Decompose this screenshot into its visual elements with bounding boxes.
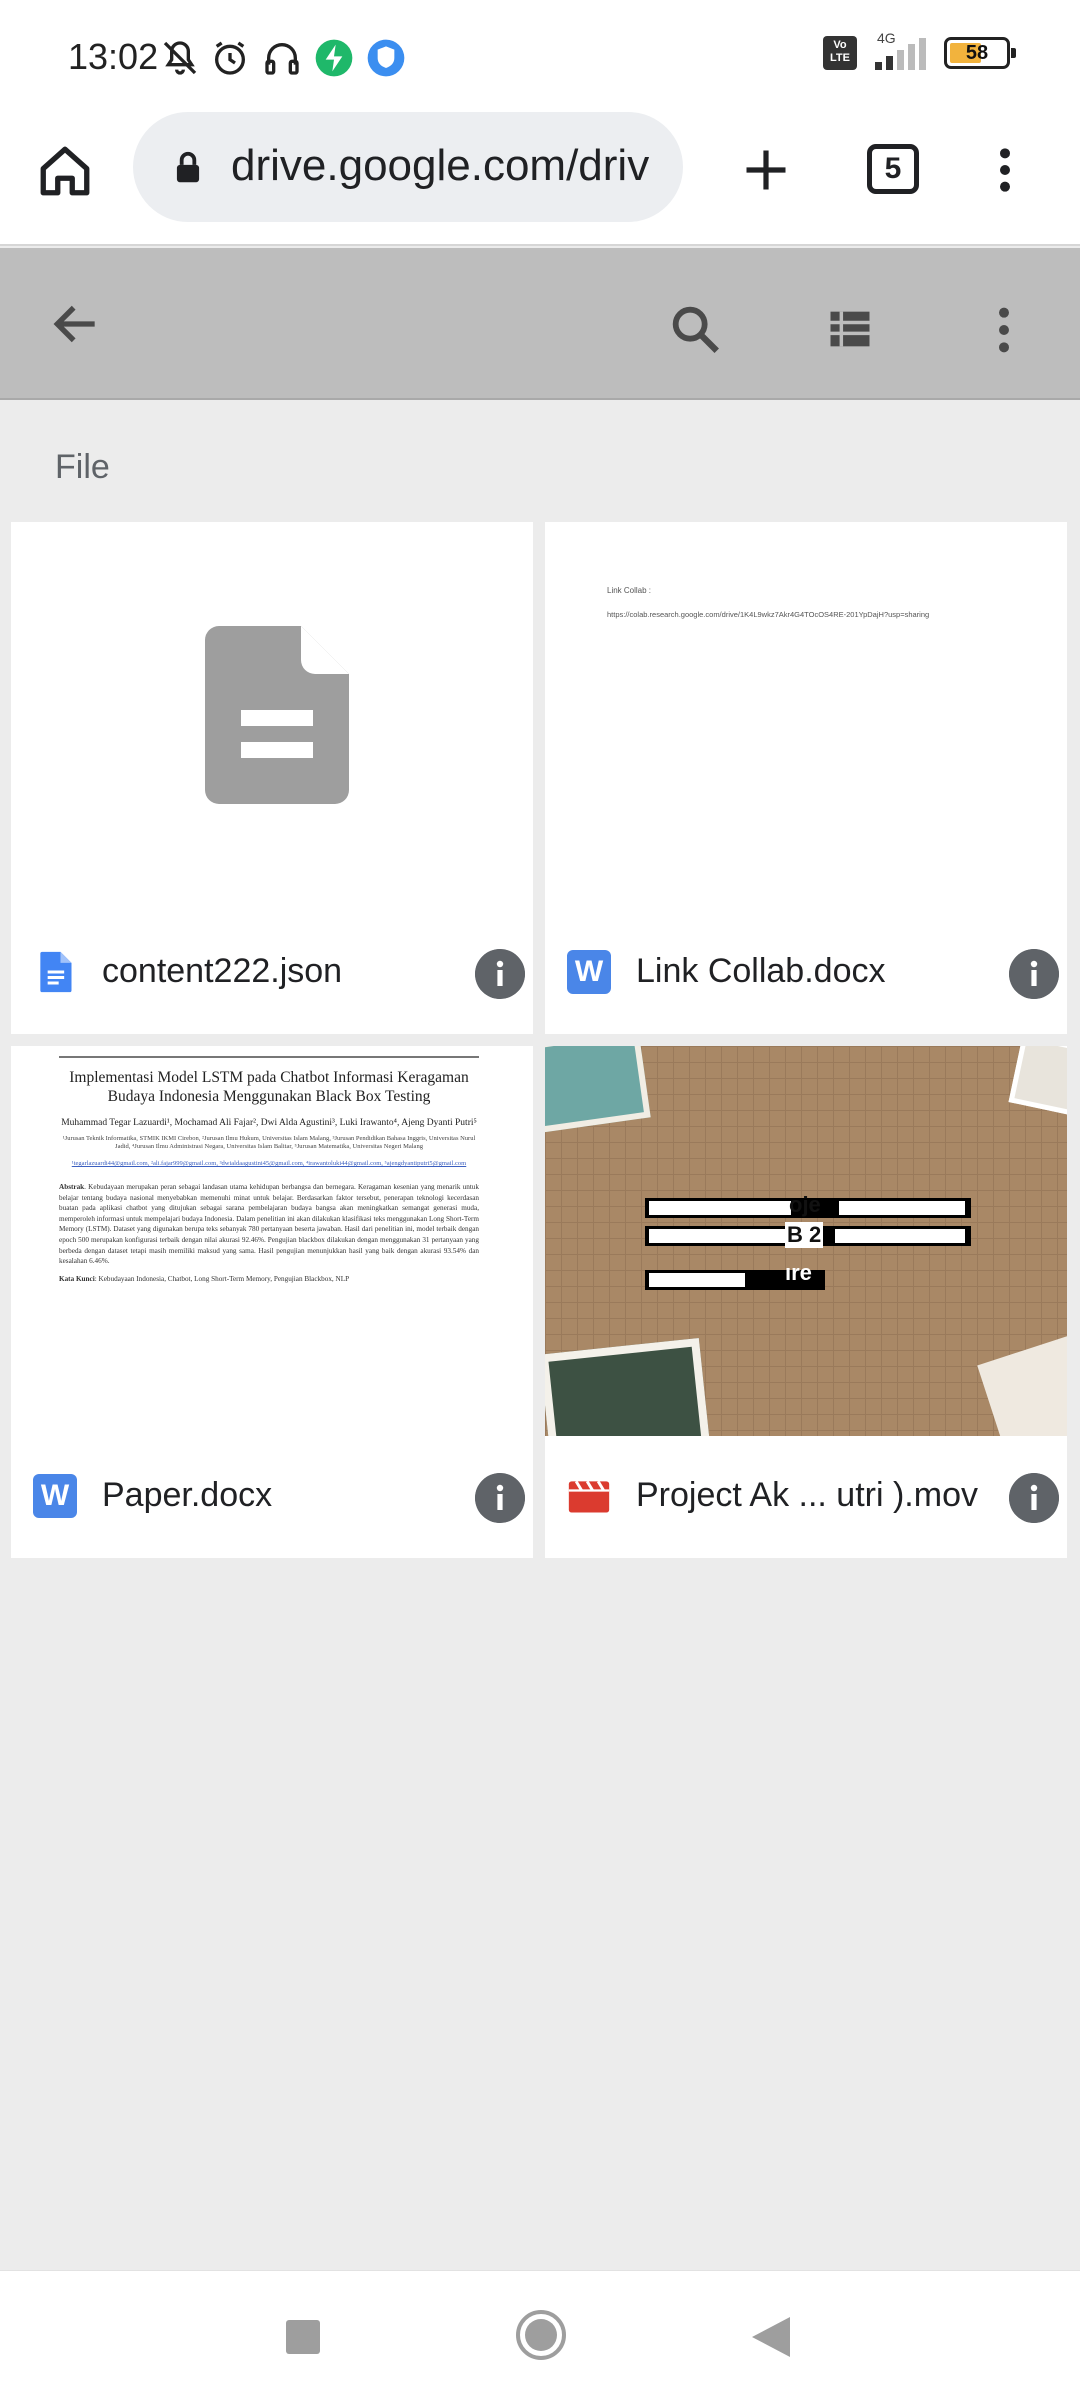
signal-icon: 4G [875, 30, 926, 70]
file-thumbnail: Link Collab : https://colab.research.goo… [545, 522, 1067, 912]
file-card[interactable]: oje B 2 ıre Project Ak ... utri ).mov [545, 1046, 1067, 1558]
system-nav-bar [0, 2270, 1080, 2400]
file-thumbnail [11, 522, 533, 912]
status-time: 13:02 [68, 36, 159, 77]
network-type: 4G [877, 30, 896, 46]
file-thumbnail: Implementasi Model LSTM pada Chatbot Inf… [11, 1046, 533, 1436]
info-icon[interactable] [475, 1473, 525, 1523]
address-bar[interactable]: drive.google.com/driv [133, 112, 683, 222]
paper-authors: Muhammad Tegar Lazuardi¹, Mochamad Ali F… [61, 1118, 477, 1128]
file-name: Link Collab.docx [636, 952, 886, 990]
drive-menu-icon[interactable] [978, 302, 1030, 358]
new-tab-icon[interactable] [740, 144, 792, 196]
alarm-icon [215, 41, 245, 75]
browser-toolbar: drive.google.com/driv 5 [0, 112, 1080, 246]
recents-icon[interactable] [286, 2320, 320, 2354]
photo-decoration [545, 1046, 651, 1134]
vpn-app-icon [367, 39, 405, 77]
video-icon [568, 1480, 610, 1513]
search-icon[interactable] [666, 300, 724, 358]
google-docs-icon [40, 951, 72, 993]
info-icon[interactable] [1009, 949, 1059, 999]
file-footer: Project Ak ... utri ).mov [545, 1436, 1067, 1558]
home-nav-icon[interactable] [515, 2309, 567, 2361]
file-card[interactable]: Link Collab : https://colab.research.goo… [545, 522, 1067, 1034]
file-footer: W Link Collab.docx [545, 912, 1067, 1034]
status-bar: 13:02 Vo LTE 4G 58 [0, 0, 1080, 112]
muted-bell-icon [163, 41, 197, 75]
word-icon: W [33, 1474, 77, 1518]
browser-menu-icon[interactable] [980, 142, 1030, 198]
file-name: content222.json [102, 952, 343, 990]
paper-abstract: Abstrak. Kebudayaan merupakan peran seba… [59, 1183, 479, 1266]
info-icon[interactable] [1009, 1473, 1059, 1523]
preview-text: Link Collab : [607, 586, 652, 595]
info-icon[interactable] [475, 949, 525, 999]
back-arrow-icon[interactable] [48, 296, 104, 352]
list-view-icon[interactable] [822, 303, 878, 355]
file-footer: content222.json [11, 912, 533, 1034]
file-card[interactable]: content222.json [11, 522, 533, 1034]
battery-level: 58 [965, 42, 989, 64]
paper-keywords: Kata Kunci: Kebudayaan Indonesia, Chatbo… [59, 1274, 350, 1283]
tab-switcher-button[interactable]: 5 [867, 144, 919, 194]
headphones-icon [265, 43, 299, 75]
document-placeholder-icon [205, 626, 349, 804]
battery-icon: 58 [944, 37, 1016, 69]
preview-link: https://colab.research.google.com/drive/… [607, 610, 930, 619]
video-thumbnail: oje B 2 ıre [545, 1046, 1067, 1436]
paper-affiliations: ¹Jurusan Teknik Informatika, STMIK IKMI … [62, 1135, 476, 1150]
photo-decoration [977, 1331, 1067, 1436]
url-text: drive.google.com/driv [231, 141, 650, 190]
paper-preview: Implementasi Model LSTM pada Chatbot Inf… [59, 1056, 479, 1283]
charging-app-icon [315, 39, 353, 77]
back-nav-icon[interactable] [752, 2317, 790, 2357]
video-title-fragment: oje [789, 1192, 821, 1217]
volte-icon: Vo LTE [823, 36, 857, 70]
drive-app-bar [0, 248, 1080, 400]
video-title-fragment: B 2 [785, 1222, 824, 1248]
home-icon[interactable] [36, 142, 94, 200]
word-icon: W [567, 950, 611, 994]
photo-decoration [545, 1337, 711, 1436]
photo-decoration [1008, 1046, 1067, 1117]
file-footer: W Paper.docx [11, 1436, 533, 1558]
section-label: File [55, 448, 110, 486]
video-title-fragment: ıre [785, 1260, 812, 1285]
paper-title: Implementasi Model LSTM pada Chatbot Inf… [69, 1069, 469, 1105]
lock-icon [176, 151, 200, 183]
file-name: Paper.docx [102, 1476, 273, 1514]
paper-emails: ¹tegarlazuardi44@gmail.com, ²ali.fajar99… [71, 1160, 467, 1167]
file-name: Project Ak ... utri ).mov [636, 1476, 978, 1514]
file-card[interactable]: Implementasi Model LSTM pada Chatbot Inf… [11, 1046, 533, 1558]
